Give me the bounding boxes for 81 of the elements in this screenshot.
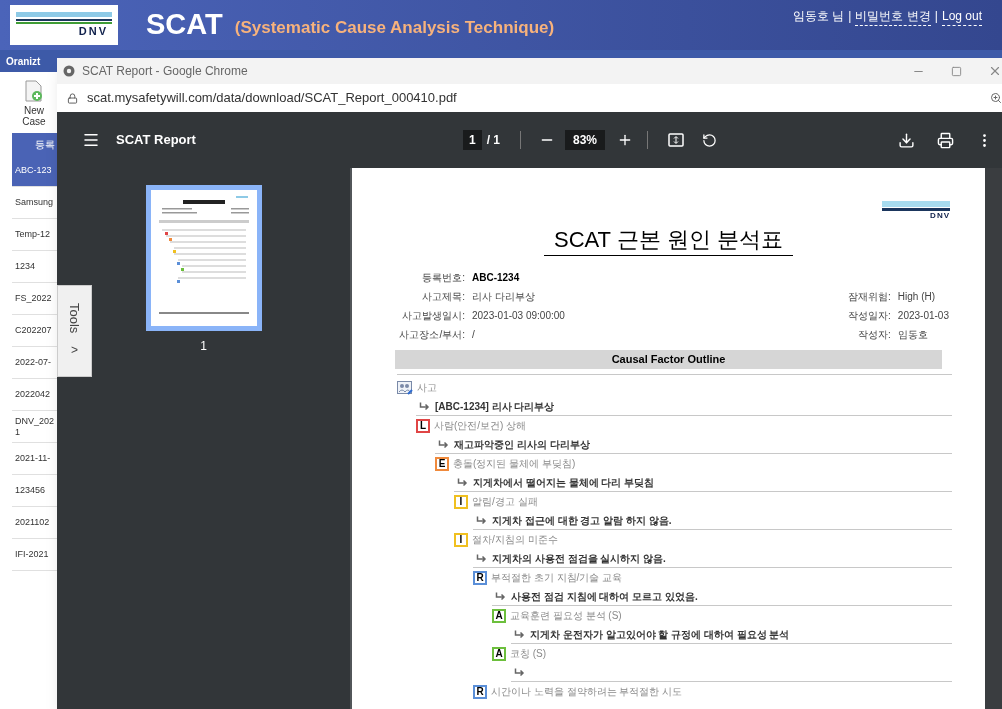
factor-label: 사람(안전/보건) 상해	[434, 419, 527, 433]
lock-icon	[67, 92, 78, 104]
people-icon	[397, 380, 413, 395]
factor-code-badge: L	[416, 418, 430, 433]
factor-code-badge: R	[473, 684, 487, 699]
factor-code-badge: A	[492, 646, 506, 661]
case-list-item[interactable]: ABC-123	[12, 155, 57, 187]
zoom-field[interactable]: 83%	[564, 130, 605, 150]
tools-tab[interactable]: Tools >	[57, 285, 92, 377]
dnv-logo: DNV	[882, 201, 950, 221]
user-name: 임동호 님	[793, 8, 845, 25]
factor-description: 지게차의 사용전 점검을 실시하지 않음.	[492, 551, 666, 566]
browser-icon	[63, 65, 75, 77]
rotate-icon[interactable]	[702, 132, 717, 148]
factor-label: 알림/경고 실패	[472, 495, 538, 509]
return-arrow-icon	[457, 477, 468, 487]
return-arrow-icon	[495, 591, 506, 601]
factor-description: 지게차 접근에 대한 경고 알람 하지 않음.	[492, 513, 672, 528]
factor-label: 사고	[417, 381, 437, 395]
thumbnail-label: 1	[200, 338, 207, 355]
separator-text: |	[934, 8, 938, 25]
field-label: 등록번호:	[421, 271, 465, 285]
window-title: SCAT Report - Google Chrome	[82, 63, 248, 80]
field-label: 잠재위험:	[847, 290, 891, 304]
section-header: Causal Factor Outline	[395, 350, 942, 369]
factor-code-badge: R	[473, 570, 487, 585]
field-label: 사고발생일시:	[401, 309, 465, 323]
factor-label: 충돌(정지된 물체에 부딪침)	[453, 457, 576, 471]
factor-description: 지게차 운전자가 알고있어야 할 규정에 대하여 필요성 분석	[530, 627, 790, 642]
print-icon[interactable]	[937, 131, 954, 149]
header-link[interactable]: Log out	[941, 6, 982, 26]
zoom-in-icon[interactable]	[617, 132, 633, 148]
page-thumbnail[interactable]	[145, 185, 262, 331]
factor-code-badge: I	[454, 532, 468, 547]
return-arrow-icon	[476, 515, 487, 525]
document-title: SCAT 근본 원인 분석표	[544, 225, 793, 256]
app-subtitle: (Systematic Cause Analysis Technique)	[234, 17, 555, 40]
factor-code-badge: I	[454, 494, 468, 509]
field-label: 사고제목:	[421, 290, 465, 304]
return-arrow-icon	[438, 439, 449, 449]
return-arrow-icon	[514, 629, 525, 639]
new-document-icon	[25, 80, 43, 102]
field-value: 2023-01-03 09:00:00	[472, 309, 565, 323]
field-label: 작성자:	[857, 328, 891, 342]
factor-description: 사용전 점검 지침에 대하여 모르고 있었음.	[511, 589, 698, 604]
field-label: 작성일자:	[847, 309, 891, 323]
factor-code-badge: E	[435, 456, 449, 471]
return-arrow-icon	[419, 401, 430, 411]
factor-label: 시간이나 노력을 절약하려는 부적절한 시도	[491, 685, 683, 699]
page-count: / 1	[486, 132, 500, 149]
field-value: 2023-01-03	[897, 309, 949, 323]
new-case-button[interactable]: New Case	[12, 80, 56, 127]
return-arrow-icon	[514, 667, 525, 677]
factor-label: 교육훈련 필요성 분석 (S)	[510, 609, 622, 623]
document-title: SCAT Report	[116, 131, 196, 150]
return-arrow-icon	[476, 553, 487, 563]
factor-label: 부적절한 초기 지침/기술 교육	[491, 571, 623, 585]
nav-item[interactable]: Oranizt	[6, 53, 41, 69]
factor-description: 지게차에서 떨어지는 물체에 다리 부딪침	[473, 475, 655, 490]
field-value: 임동호	[897, 328, 928, 342]
download-icon[interactable]	[898, 131, 915, 149]
zoom-icon[interactable]	[990, 92, 1002, 104]
field-value: ABC-1234	[472, 271, 520, 285]
menu-icon[interactable]	[82, 131, 100, 149]
factor-description: [ABC-1234] 리사 다리부상	[435, 399, 555, 414]
field-value: 리사 다리부상	[472, 290, 535, 304]
field-value: /	[472, 328, 475, 342]
fit-page-icon[interactable]	[668, 132, 684, 148]
factor-label: 코칭 (S)	[510, 647, 547, 661]
header-link[interactable]: 비밀번호 변경	[855, 6, 931, 26]
factor-description: 재고파악중인 리사의 다리부상	[454, 437, 590, 452]
app-name: SCAT	[146, 7, 223, 43]
field-value: High (H)	[897, 290, 936, 304]
column-header: 등록	[12, 133, 57, 155]
close-icon[interactable]	[988, 64, 1002, 78]
page-number-field[interactable]: 1	[462, 130, 482, 150]
dnv-logo: DNV	[10, 5, 118, 45]
factor-label: 절차/지침의 미준수	[472, 533, 558, 547]
factor-code-badge: A	[492, 608, 506, 623]
field-label: 사고장소/부서:	[398, 328, 465, 342]
separator-text: |	[848, 8, 852, 25]
